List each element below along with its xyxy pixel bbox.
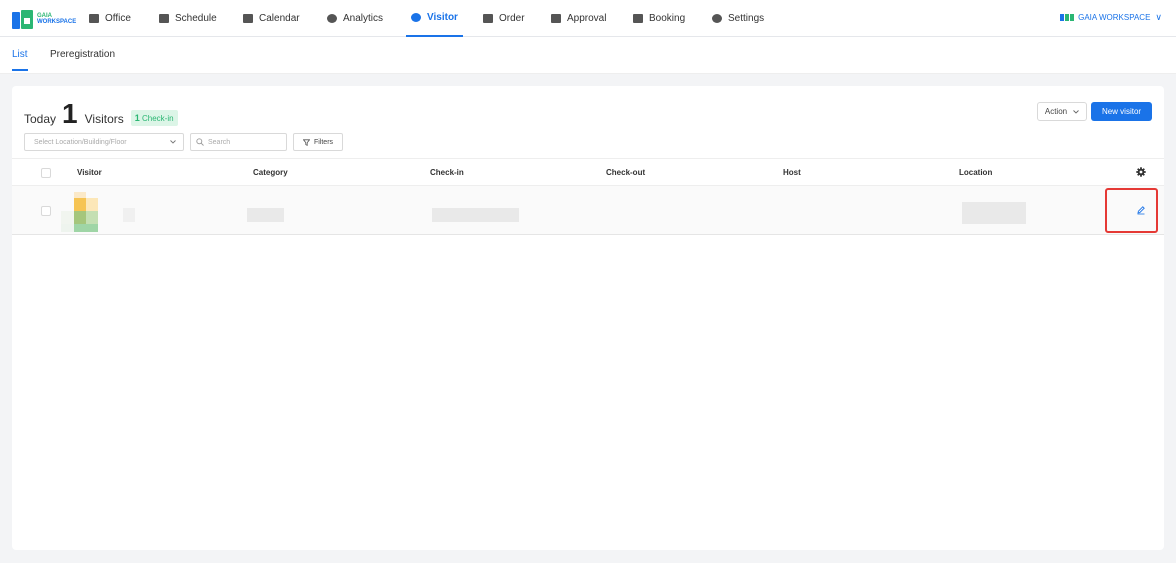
office-icon xyxy=(89,14,99,23)
calendar-icon xyxy=(243,14,253,23)
gaia-logo-mark xyxy=(12,9,34,29)
order-icon xyxy=(483,14,493,23)
filters-button[interactable]: Filters xyxy=(293,133,343,151)
nav-item-booking[interactable]: Booking xyxy=(633,0,685,37)
visitor-name-redacted xyxy=(123,208,135,222)
tab-preregistration[interactable]: Preregistration xyxy=(50,49,115,69)
edit-action-highlight xyxy=(1105,188,1158,233)
tab-list[interactable]: List xyxy=(12,49,28,71)
visitor-list-card: Today 1 Visitors 1 Check-in Action New v… xyxy=(12,86,1164,550)
filter-icon xyxy=(302,138,310,146)
visitor-count: 1 xyxy=(62,98,78,129)
column-header-category[interactable]: Category xyxy=(253,168,288,177)
checkin-badge: 1 Check-in xyxy=(130,110,178,126)
checkin-badge-label: Check-in xyxy=(141,114,174,123)
action-label: Action xyxy=(1044,107,1068,116)
table-row[interactable] xyxy=(12,186,1164,235)
workspace-logo-icon xyxy=(1060,14,1075,21)
nav-item-order[interactable]: Order xyxy=(483,0,525,37)
filters-label: Filters xyxy=(313,138,334,146)
today-label: Today xyxy=(24,112,57,126)
search-placeholder: Search xyxy=(208,138,231,146)
new-visitor-button[interactable]: New visitor xyxy=(1091,102,1152,121)
category-redacted xyxy=(247,208,284,222)
sub-tabs: List Preregistration xyxy=(0,37,1176,74)
gaia-logo[interactable]: GAIA WORKSPACE xyxy=(12,9,76,29)
nav-item-office[interactable]: Office xyxy=(89,0,131,37)
location-redacted xyxy=(962,202,1026,224)
column-header-visitor[interactable]: Visitor xyxy=(77,168,102,177)
booking-icon xyxy=(633,14,643,23)
checkin-time-redacted xyxy=(432,208,519,222)
location-select-placeholder: Select Location/Building/Floor xyxy=(34,138,127,146)
location-select[interactable]: Select Location/Building/Floor xyxy=(24,133,184,151)
column-header-checkin[interactable]: Check-in xyxy=(430,168,464,177)
approval-icon xyxy=(551,14,561,23)
nav-item-calendar[interactable]: Calendar xyxy=(243,0,300,37)
table-header: Visitor Category Check-in Check-out Host… xyxy=(12,158,1164,186)
nav-item-visitor[interactable]: Visitor xyxy=(406,0,463,37)
checkin-badge-count: 1 xyxy=(134,113,140,123)
nav-item-schedule[interactable]: Schedule xyxy=(159,0,217,37)
analytics-icon xyxy=(327,14,337,23)
schedule-icon xyxy=(159,14,169,23)
workspace-switcher[interactable]: GAIA WORKSPACE ∨ xyxy=(1060,12,1162,23)
search-input[interactable]: Search xyxy=(190,133,287,151)
chevron-down-icon xyxy=(170,140,176,144)
chevron-down-icon xyxy=(1073,109,1079,114)
column-header-location[interactable]: Location xyxy=(959,168,992,177)
chevron-down-icon: ∨ xyxy=(1155,12,1162,22)
nav-item-analytics[interactable]: Analytics xyxy=(327,0,383,37)
today-summary: Today 1 Visitors 1 Check-in xyxy=(24,100,178,128)
visitor-avatar xyxy=(61,192,111,232)
visitor-icon xyxy=(411,13,421,22)
nav-item-approval[interactable]: Approval xyxy=(551,0,606,37)
column-settings-gear-icon[interactable] xyxy=(1136,167,1146,177)
select-all-checkbox[interactable] xyxy=(41,168,51,178)
column-header-checkout[interactable]: Check-out xyxy=(606,168,645,177)
column-header-host[interactable]: Host xyxy=(783,168,801,177)
nav-item-settings[interactable]: Settings xyxy=(712,0,764,37)
settings-icon xyxy=(712,14,722,23)
top-nav: GAIA WORKSPACE Office Schedule Calendar … xyxy=(0,0,1176,37)
logo-text-line2: WORKSPACE xyxy=(37,19,77,25)
search-icon xyxy=(196,138,204,146)
visitors-label: Visitors xyxy=(84,112,124,126)
workspace-label: GAIA WORKSPACE xyxy=(1078,13,1151,22)
row-checkbox[interactable] xyxy=(41,206,51,216)
action-dropdown[interactable]: Action xyxy=(1037,102,1087,121)
edit-pencil-icon[interactable] xyxy=(1136,205,1146,215)
